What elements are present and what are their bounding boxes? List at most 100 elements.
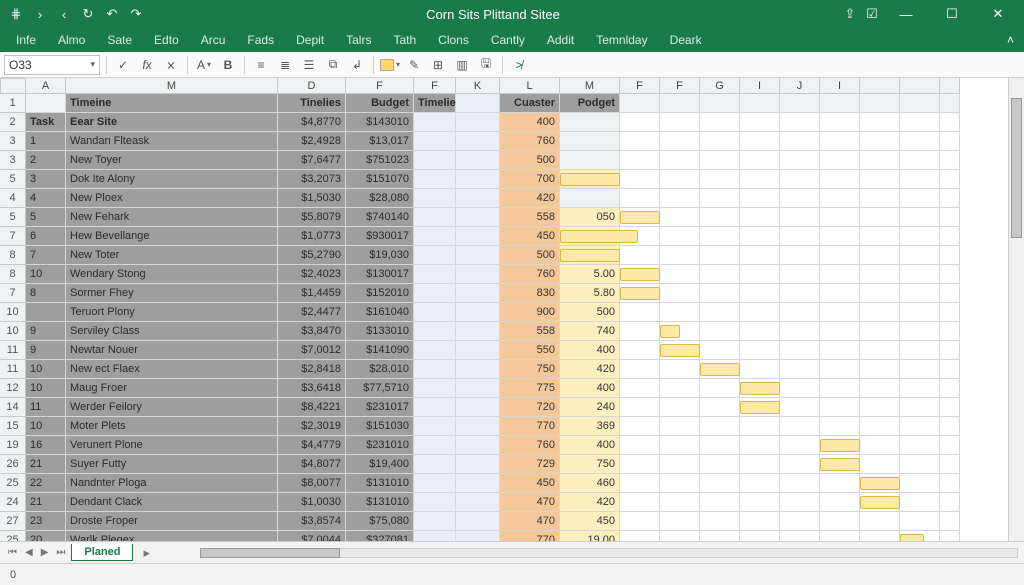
gantt-cell[interactable] [820, 322, 860, 341]
tab-prev-icon[interactable]: ◀ [23, 547, 35, 558]
header-cell[interactable] [740, 94, 780, 113]
cuaster-cell[interactable]: 470 [500, 493, 560, 512]
gantt-cell[interactable] [820, 170, 860, 189]
gantt-cell[interactable] [700, 322, 740, 341]
gantt-cell[interactable] [740, 151, 780, 170]
podget-cell[interactable]: 240 [560, 398, 620, 417]
gantt-cell[interactable] [660, 265, 700, 284]
spacer-cell[interactable] [414, 170, 456, 189]
clear-icon[interactable]: ⨯ [161, 55, 181, 75]
header-cell[interactable] [660, 94, 700, 113]
column-header[interactable]: I [820, 78, 860, 94]
task-index-cell[interactable]: 9 [26, 341, 66, 360]
podget-cell[interactable] [560, 113, 620, 132]
gantt-cell[interactable] [740, 113, 780, 132]
gantt-cell[interactable] [940, 284, 960, 303]
gantt-cell[interactable] [740, 341, 780, 360]
header-cell[interactable] [620, 94, 660, 113]
budget-cell[interactable]: $5,2790 [278, 246, 346, 265]
gantt-cell[interactable] [660, 227, 700, 246]
gantt-cell[interactable] [860, 189, 900, 208]
nav-back-icon[interactable]: › [32, 6, 48, 22]
gantt-bar[interactable] [740, 401, 780, 414]
budget2-cell[interactable]: $131010 [346, 474, 414, 493]
budget-cell[interactable]: $3,6418 [278, 379, 346, 398]
header-cell[interactable]: Timelies [414, 94, 456, 113]
row-header[interactable]: 11 [0, 360, 26, 379]
spacer-cell[interactable] [456, 208, 500, 227]
podget-cell[interactable]: 460 [560, 474, 620, 493]
gantt-cell[interactable] [620, 341, 660, 360]
gantt-cell[interactable] [900, 379, 940, 398]
cuaster-cell[interactable]: 558 [500, 322, 560, 341]
gantt-cell[interactable] [780, 379, 820, 398]
column-header[interactable]: L [500, 78, 560, 94]
task-index-cell[interactable]: 21 [26, 493, 66, 512]
gantt-cell[interactable] [940, 474, 960, 493]
column-header[interactable]: J [780, 78, 820, 94]
task-index-cell[interactable]: 1 [26, 132, 66, 151]
gantt-cell[interactable] [740, 474, 780, 493]
menu-item[interactable]: Addit [541, 31, 580, 49]
gantt-cell[interactable] [860, 132, 900, 151]
header-cell[interactable]: Timeine [66, 94, 278, 113]
gantt-cell[interactable] [820, 246, 860, 265]
spacer-cell[interactable] [456, 474, 500, 493]
spacer-cell[interactable] [414, 436, 456, 455]
gantt-cell[interactable] [860, 455, 900, 474]
gantt-cell[interactable] [700, 303, 740, 322]
align-left-button[interactable]: ≡ [251, 55, 271, 75]
gantt-cell[interactable] [700, 208, 740, 227]
tab-last-icon[interactable]: ⏭ [54, 547, 67, 558]
task-index-cell[interactable]: 5 [26, 208, 66, 227]
row-header[interactable]: 24 [0, 493, 26, 512]
podget-cell[interactable]: 400 [560, 436, 620, 455]
task-name-cell[interactable]: New Ploex [66, 189, 278, 208]
gantt-cell[interactable] [860, 265, 900, 284]
merge-button[interactable]: ⧉ [323, 55, 343, 75]
podget-cell[interactable]: 420 [560, 360, 620, 379]
budget-cell[interactable]: $3,8470 [278, 322, 346, 341]
spacer-cell[interactable] [456, 227, 500, 246]
gantt-cell[interactable] [780, 417, 820, 436]
cuaster-cell[interactable]: 760 [500, 436, 560, 455]
budget-cell[interactable]: $4,8077 [278, 455, 346, 474]
menu-item[interactable]: Infe [10, 31, 42, 49]
budget-cell[interactable]: $1,0773 [278, 227, 346, 246]
row-header[interactable]: 7 [0, 284, 26, 303]
budget-cell[interactable]: $2,8418 [278, 360, 346, 379]
menu-item[interactable]: Sate [101, 31, 138, 49]
task-index-cell[interactable]: 6 [26, 227, 66, 246]
row-header[interactable]: 19 [0, 436, 26, 455]
task-name-cell[interactable]: Teruort Plony [66, 303, 278, 322]
gantt-bar[interactable] [700, 363, 740, 376]
spacer-cell[interactable] [414, 132, 456, 151]
gantt-cell[interactable] [780, 398, 820, 417]
header-cell[interactable] [780, 94, 820, 113]
cuaster-cell[interactable]: 558 [500, 208, 560, 227]
header-cell[interactable] [900, 94, 940, 113]
spacer-cell[interactable] [456, 170, 500, 189]
spacer-cell[interactable] [456, 512, 500, 531]
gantt-cell[interactable] [860, 113, 900, 132]
spacer-cell[interactable] [414, 417, 456, 436]
gantt-cell[interactable] [940, 436, 960, 455]
menu-item[interactable]: Clons [432, 31, 475, 49]
budget2-cell[interactable]: $19,400 [346, 455, 414, 474]
budget2-cell[interactable]: $151030 [346, 417, 414, 436]
gantt-cell[interactable] [700, 265, 740, 284]
chart-button[interactable]: ▥ [452, 55, 472, 75]
gantt-cell[interactable] [780, 360, 820, 379]
row-header[interactable]: 8 [0, 246, 26, 265]
column-header[interactable]: I [740, 78, 780, 94]
spacer-cell[interactable] [414, 341, 456, 360]
gantt-cell[interactable] [820, 132, 860, 151]
gantt-cell[interactable] [860, 208, 900, 227]
gantt-cell[interactable] [860, 303, 900, 322]
gantt-cell[interactable] [700, 246, 740, 265]
gantt-cell[interactable] [660, 398, 700, 417]
menu-item[interactable]: Fads [241, 31, 280, 49]
gantt-cell[interactable] [660, 284, 700, 303]
row-header[interactable]: 14 [0, 398, 26, 417]
gantt-cell[interactable] [940, 455, 960, 474]
